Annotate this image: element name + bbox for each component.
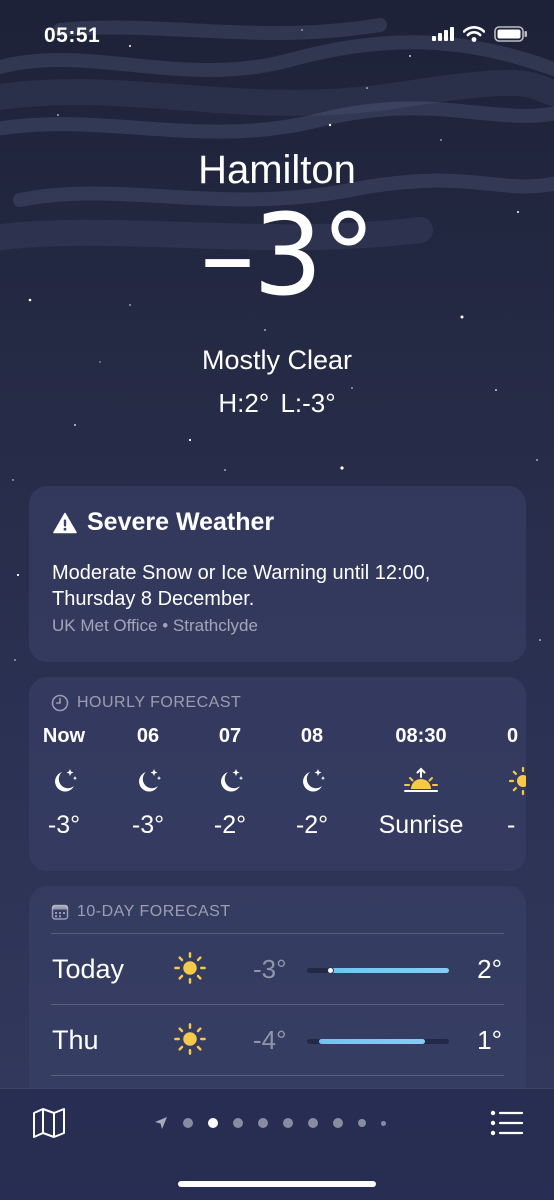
ten-day-forecast-header: 10-DAY FORECAST: [51, 903, 231, 921]
hourly-forecast-header: HOURLY FORECAST: [51, 694, 241, 712]
hourly-item: 06 -3°: [117, 725, 179, 840]
moon-stars-icon: [303, 769, 326, 792]
city-name: Hamilton: [198, 148, 356, 192]
severe-weather-source: UK Met Office • Strathclyde: [52, 616, 258, 635]
day-high-temperature: 2°: [477, 954, 502, 984]
wifi-icon: [463, 26, 485, 42]
moon-stars-icon: [139, 769, 162, 792]
status-bar: 05:51: [0, 22, 554, 52]
warning-triangle-icon: [53, 512, 77, 533]
ten-day-forecast-title: 10-DAY FORECAST: [77, 903, 231, 920]
hourly-time: Now: [42, 725, 86, 747]
hourly-forecast-card[interactable]: HOURLY FORECAST Now -3° 06 -3° 07 -2° 08…: [29, 677, 526, 871]
current-condition: Mostly Clear: [201, 345, 353, 375]
high-low-temperature: H:2° L:-3°: [218, 388, 336, 418]
calendar-icon: [51, 904, 69, 920]
day-low-temperature: -3°: [253, 954, 287, 984]
page-dot: [381, 1120, 386, 1126]
temperature-range-fill: [318, 1039, 426, 1044]
sunrise-icon: [404, 767, 438, 792]
hourly-temperature: -: [507, 811, 516, 839]
hourly-temperature: Sunrise: [378, 811, 464, 839]
day-name: Thu: [52, 1025, 99, 1055]
severe-weather-card[interactable]: Severe Weather Moderate Snow or Ice Warn…: [29, 486, 526, 662]
temperature-range-fill: [330, 968, 449, 973]
day-row[interactable]: Today -3° 2°: [29, 934, 526, 1004]
page-dot: [258, 1118, 268, 1128]
hourly-time: 0: [507, 725, 519, 747]
clock-icon: [51, 694, 69, 712]
bottom-toolbar: [0, 1088, 554, 1200]
hourly-temperature: -3°: [47, 811, 81, 839]
hourly-temperature: -2°: [213, 811, 247, 839]
sun-icon: [174, 1023, 206, 1055]
temperature-range-bar: [307, 967, 449, 974]
home-indicator[interactable]: [178, 1181, 376, 1187]
moon-stars-icon: [221, 769, 244, 792]
page-dot: [333, 1118, 343, 1128]
hourly-time: 07: [218, 725, 242, 747]
day-name: Today: [52, 954, 125, 984]
map-icon[interactable]: [32, 1107, 66, 1139]
hourly-item: 08:30 Sunrise: [363, 725, 479, 840]
status-icons: [432, 26, 528, 42]
page-dot: [308, 1118, 318, 1128]
current-temperature: –3°: [200, 189, 376, 321]
hourly-forecast-title: HOURLY FORECAST: [77, 694, 242, 711]
severe-weather-title: Severe Weather: [87, 508, 275, 536]
page-indicator[interactable]: [154, 1116, 386, 1130]
status-time: 05:51: [44, 24, 101, 47]
hourly-item: 0 -: [507, 725, 526, 840]
day-low-temperature: -4°: [253, 1025, 287, 1055]
severe-weather-message: Moderate Snow or Ice Warning until 12:00…: [52, 562, 431, 610]
page-dot: [283, 1118, 293, 1128]
day-row[interactable]: Thu -4° 1°: [29, 1005, 526, 1075]
hourly-time: 08:30: [395, 725, 447, 747]
moon-stars-icon: [55, 769, 78, 792]
hourly-temperature: -3°: [131, 811, 165, 839]
location-arrow-icon: [155, 1117, 167, 1129]
page-dot-active: [208, 1118, 218, 1128]
cellular-signal-icon: [432, 27, 454, 41]
hourly-item: Now -3°: [33, 725, 95, 840]
divider: [51, 1075, 504, 1076]
day-high-temperature: 1°: [477, 1025, 502, 1055]
hourly-time: 06: [136, 725, 160, 747]
hourly-item: 08 -2°: [281, 725, 343, 840]
battery-icon: [494, 26, 527, 42]
page-dot: [183, 1118, 193, 1128]
sun-icon: [508, 766, 526, 796]
page-dot: [358, 1119, 366, 1127]
list-icon[interactable]: [490, 1109, 524, 1137]
temperature-range-bar: [307, 1039, 449, 1044]
severe-weather-header: Severe Weather: [53, 508, 274, 537]
page-dot: [233, 1118, 243, 1128]
hourly-time: 08: [300, 725, 324, 747]
hourly-temperature: -2°: [295, 811, 329, 839]
hourly-item: 07 -2°: [199, 725, 261, 840]
sun-icon: [174, 952, 206, 984]
